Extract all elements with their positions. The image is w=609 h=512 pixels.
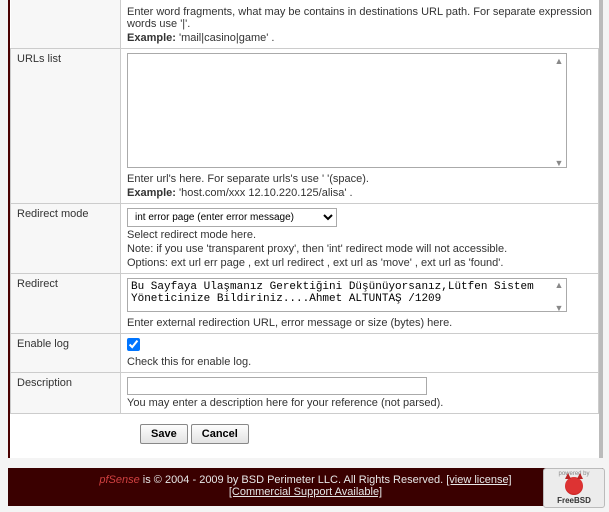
enable-log-hint: Check this for enable log. — [127, 356, 592, 368]
row-intro: Enter word fragments, what may be contai… — [11, 0, 599, 49]
footer-line2: [Commercial Support Available] — [12, 486, 599, 498]
scroll-up-icon[interactable]: ▲ — [554, 56, 564, 66]
save-button[interactable]: Save — [140, 424, 188, 444]
description-hint: You may enter a description here for you… — [127, 397, 592, 409]
intro-hint: Enter word fragments, what may be contai… — [127, 6, 593, 30]
intro-example-value: 'mail|casino|game' . — [179, 32, 275, 44]
description-input[interactable] — [127, 377, 427, 395]
urls-textarea[interactable] — [127, 53, 567, 168]
footer-line1: pfSense is © 2004 - 2009 by BSD Perimete… — [12, 474, 599, 486]
redirect-mode-cell: int error page (enter error message) Sel… — [121, 204, 599, 274]
commercial-support-link[interactable]: [Commercial Support Available] — [229, 486, 382, 498]
row-urls: URLs list ▲ ▼ Enter url's here. For sepa… — [11, 49, 599, 204]
urls-textarea-wrap: ▲ ▼ — [127, 53, 567, 171]
row-redirect: Redirect ▲ ▼ Enter external redirection … — [11, 274, 599, 334]
freebsd-icon — [565, 477, 583, 495]
intro-cell: Enter word fragments, what may be contai… — [121, 0, 599, 49]
settings-form: Enter word fragments, what may be contai… — [8, 0, 603, 458]
description-label: Description — [11, 373, 121, 414]
redirect-cell: ▲ ▼ Enter external redirection URL, erro… — [121, 274, 599, 334]
redirect-hint: Enter external redirection URL, error me… — [127, 317, 592, 329]
freebsd-badge[interactable]: powered by FreeBSD — [543, 468, 605, 508]
urls-example: Example: 'host.com/xxx 12.10.220.125/ali… — [127, 187, 592, 199]
badge-name: FreeBSD — [557, 496, 591, 505]
redirect-label: Redirect — [11, 274, 121, 334]
redirect-textarea[interactable] — [127, 278, 567, 312]
enable-log-checkbox[interactable] — [127, 338, 140, 351]
urls-example-value: 'host.com/xxx 12.10.220.125/alisa' . — [179, 187, 353, 199]
redirect-textarea-wrap: ▲ ▼ — [127, 278, 567, 315]
enable-log-label: Enable log — [11, 334, 121, 373]
scroll-down-icon[interactable]: ▼ — [554, 158, 564, 168]
scroll-down-icon[interactable]: ▼ — [554, 303, 564, 313]
button-row: Save Cancel — [10, 414, 599, 450]
urls-hint: Enter url's here. For separate urls's us… — [127, 173, 592, 185]
urls-example-label: Example: — [127, 187, 176, 199]
footer-brand: pfSense — [99, 474, 139, 486]
footer: pfSense is © 2004 - 2009 by BSD Perimete… — [8, 468, 603, 506]
row-enable-log: Enable log Check this for enable log. — [11, 334, 599, 373]
redirect-mode-label: Redirect mode — [11, 204, 121, 274]
intro-example: Example: 'mail|casino|game' . — [127, 32, 593, 44]
urls-label: URLs list — [11, 49, 121, 204]
footer-copyright: is © 2004 - 2009 by BSD Perimeter LLC. A… — [140, 474, 446, 486]
form-table: Enter word fragments, what may be contai… — [10, 0, 599, 414]
redirect-mode-select[interactable]: int error page (enter error message) — [127, 208, 337, 227]
cancel-button[interactable]: Cancel — [191, 424, 249, 444]
row-redirect-mode: Redirect mode int error page (enter erro… — [11, 204, 599, 274]
redirect-mode-hint3: Options: ext url err page , ext url redi… — [127, 257, 592, 269]
view-license-link[interactable]: [view license] — [446, 474, 511, 486]
intro-example-label: Example: — [127, 32, 176, 44]
row-description: Description You may enter a description … — [11, 373, 599, 414]
redirect-mode-hint2: Note: if you use 'transparent proxy', th… — [127, 243, 592, 255]
description-cell: You may enter a description here for you… — [121, 373, 599, 414]
intro-label-cell — [11, 0, 121, 49]
enable-log-cell: Check this for enable log. — [121, 334, 599, 373]
scroll-up-icon[interactable]: ▲ — [554, 280, 564, 290]
redirect-mode-hint1: Select redirect mode here. — [127, 229, 592, 241]
urls-cell: ▲ ▼ Enter url's here. For separate urls'… — [121, 49, 599, 204]
